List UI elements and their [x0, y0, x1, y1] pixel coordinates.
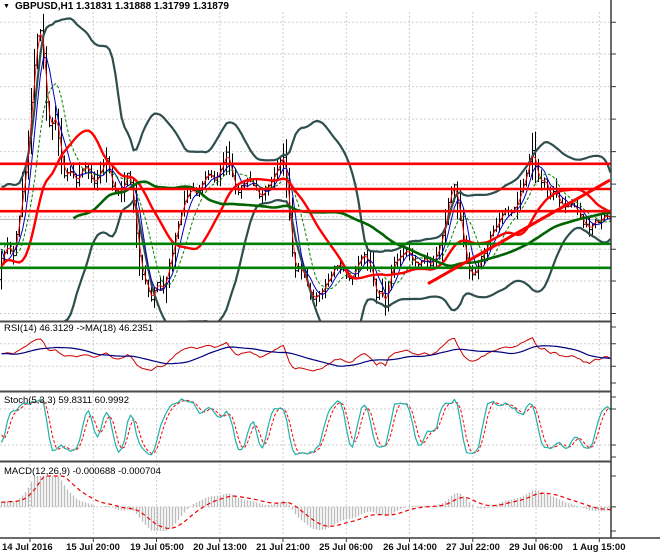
chart-title: ▼ GBPUSD,H1 1.31831 1.31888 1.31799 1.31… [3, 1, 229, 12]
time-axis-label: 26 Jul 14:00 [377, 542, 443, 554]
chart-marker-icon: ▼ [3, 2, 10, 12]
time-axis-label: 25 Jul 06:00 [313, 542, 379, 554]
rsi-indicator-label: RSI(14) 46.3129 ->MA(18) 46.2351 [4, 323, 153, 334]
stoch-indicator-label: Stoch(5,3,3) 59.8311 60.9992 [4, 395, 129, 406]
time-axis-label: 20 Jul 13:00 [187, 542, 253, 554]
time-axis-label: 15 Jul 20:00 [60, 542, 126, 554]
time-axis-label: 1 Aug 15:00 [566, 542, 632, 554]
time-axis-label: 21 Jul 21:00 [250, 542, 316, 554]
chart-window: ▼ GBPUSD,H1 1.31831 1.31888 1.31799 1.31… [0, 0, 660, 560]
time-axis-label: 14 Jul 2016 [2, 542, 53, 554]
time-axis-label: 29 Jul 06:00 [503, 542, 569, 554]
symbol-ohlc-title: GBPUSD,H1 1.31831 1.31888 1.31799 1.3187… [15, 1, 229, 12]
time-axis-label: 19 Jul 05:00 [124, 542, 190, 554]
time-axis-label: 27 Jul 22:00 [440, 542, 506, 554]
macd-indicator-label: MACD(12,26,9) -0.000688 -0.000704 [4, 466, 161, 477]
